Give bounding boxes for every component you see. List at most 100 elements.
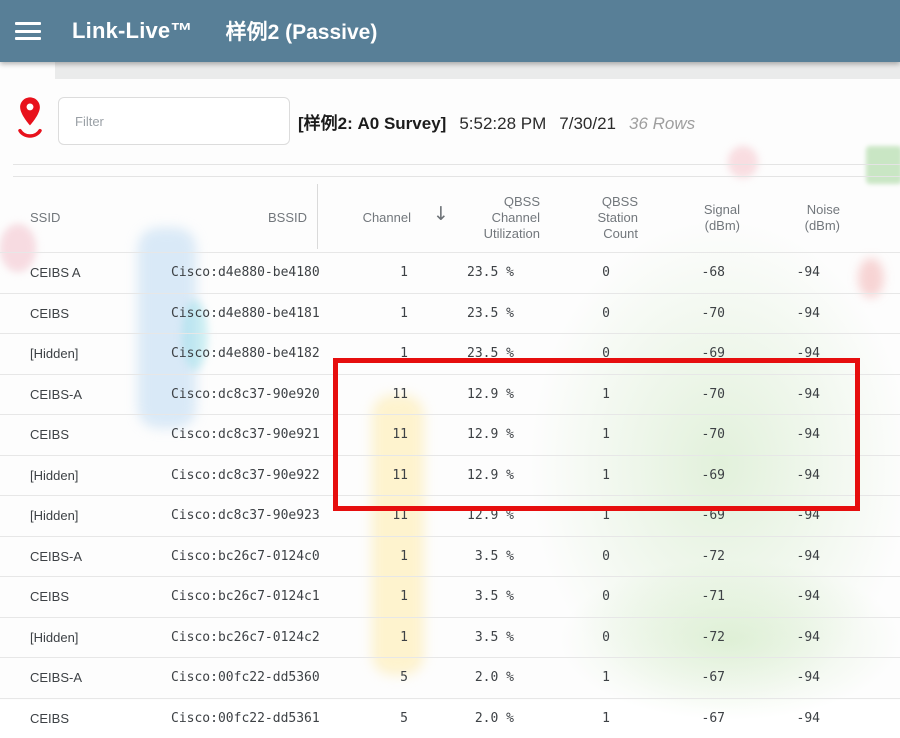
cell-ssid: CEIBS A — [0, 253, 170, 294]
cell-noise-dbm: -94 — [740, 293, 840, 334]
cell-ssid: CEIBS — [0, 293, 170, 334]
cell-noise-dbm: -94 — [740, 536, 840, 577]
cell-channel: 5 — [320, 698, 412, 738]
page-subtitle: 样例2 (Passive) — [226, 16, 378, 46]
cell-channel: 1 — [320, 253, 412, 294]
cell-noise-dbm: -94 — [740, 455, 840, 496]
cell-noise-dbm: -94 — [740, 577, 840, 618]
cell-qbss-station-count: 1 — [540, 658, 640, 699]
cell-bssid: Cisco:dc8c37-90e923 — [170, 496, 320, 537]
table-row[interactable]: CEIBS A Cisco:d4e880-be4180 1 23.5 % 0 -… — [0, 253, 900, 294]
cell-qbss-channel-utilization: 12.9 % — [412, 496, 540, 537]
table-row[interactable]: CEIBS Cisco:00fc22-dd5361 5 2.0 % 1 -67 … — [0, 698, 900, 738]
cell-spacer — [840, 617, 900, 658]
cell-qbss-channel-utilization: 3.5 % — [412, 577, 540, 618]
cell-channel: 1 — [320, 293, 412, 334]
divider — [13, 164, 900, 165]
table-row[interactable]: CEIBS Cisco:d4e880-be4181 1 23.5 % 0 -70… — [0, 293, 900, 334]
cell-ssid: CEIBS-A — [0, 536, 170, 577]
column-header-signal-dbm[interactable]: Signal (dBm) — [640, 184, 740, 253]
table-row[interactable]: [Hidden] Cisco:dc8c37-90e922 11 12.9 % 1… — [0, 455, 900, 496]
column-header-spacer — [840, 184, 900, 253]
cell-ssid: [Hidden] — [0, 334, 170, 375]
cell-qbss-channel-utilization: 23.5 % — [412, 253, 540, 294]
cell-spacer — [840, 415, 900, 456]
filter-input[interactable] — [58, 97, 290, 145]
table-row[interactable]: CEIBS-A Cisco:bc26c7-0124c0 1 3.5 % 0 -7… — [0, 536, 900, 577]
cell-ssid: CEIBS — [0, 698, 170, 738]
cell-signal-dbm: -72 — [640, 536, 740, 577]
cell-qbss-station-count: 1 — [540, 415, 640, 456]
cell-bssid: Cisco:bc26c7-0124c1 — [170, 577, 320, 618]
cell-qbss-channel-utilization: 2.0 % — [412, 698, 540, 738]
cell-qbss-station-count: 1 — [540, 374, 640, 415]
cell-ssid: [Hidden] — [0, 455, 170, 496]
cell-spacer — [840, 496, 900, 537]
cell-spacer — [840, 455, 900, 496]
table-row[interactable]: [Hidden] Cisco:dc8c37-90e923 11 12.9 % 1… — [0, 496, 900, 537]
cell-signal-dbm: -68 — [640, 253, 740, 294]
cell-qbss-station-count: 0 — [540, 334, 640, 375]
toolbar-strip — [55, 62, 900, 79]
cell-qbss-channel-utilization: 12.9 % — [412, 455, 540, 496]
cell-spacer — [840, 658, 900, 699]
column-header-bssid[interactable]: BSSID — [170, 184, 320, 253]
sort-descending-icon[interactable]: ↓ — [433, 203, 449, 225]
table-row[interactable]: CEIBS-A Cisco:dc8c37-90e920 11 12.9 % 1 … — [0, 374, 900, 415]
cell-ssid: CEIBS — [0, 577, 170, 618]
heatmap-pink-patch — [728, 146, 758, 178]
cell-qbss-channel-utilization: 3.5 % — [412, 617, 540, 658]
column-header-qbss-station-count[interactable]: QBSS Station Count — [540, 184, 640, 253]
cell-qbss-station-count: 0 — [540, 617, 640, 658]
cell-qbss-channel-utilization: 23.5 % — [412, 293, 540, 334]
bssid-table: SSID BSSID Channel QBSS Channel Utilizat… — [0, 184, 900, 738]
survey-info-bar: [样例2: A0 Survey] 5:52:28 PM 7/30/21 36 R… — [298, 109, 695, 134]
survey-time: 5:52:28 PM — [459, 114, 546, 134]
cell-ssid: CEIBS-A — [0, 658, 170, 699]
cell-spacer — [840, 293, 900, 334]
cell-qbss-station-count: 0 — [540, 577, 640, 618]
cell-channel: 1 — [320, 617, 412, 658]
cell-channel: 11 — [320, 496, 412, 537]
cell-bssid: Cisco:bc26c7-0124c0 — [170, 536, 320, 577]
cell-ssid: CEIBS — [0, 415, 170, 456]
cell-qbss-station-count: 0 — [540, 253, 640, 294]
column-header-ssid[interactable]: SSID — [0, 184, 170, 253]
cell-bssid: Cisco:00fc22-dd5360 — [170, 658, 320, 699]
cell-qbss-station-count: 0 — [540, 293, 640, 334]
row-count: 36 Rows — [629, 114, 695, 134]
cell-signal-dbm: -70 — [640, 374, 740, 415]
cell-qbss-channel-utilization: 12.9 % — [412, 374, 540, 415]
column-separator — [317, 184, 318, 249]
cell-ssid: [Hidden] — [0, 617, 170, 658]
cell-channel: 1 — [320, 334, 412, 375]
cell-channel: 11 — [320, 374, 412, 415]
cell-channel: 11 — [320, 415, 412, 456]
cell-bssid: Cisco:d4e880-be4180 — [170, 253, 320, 294]
cell-bssid: Cisco:dc8c37-90e921 — [170, 415, 320, 456]
table-row[interactable]: CEIBS-A Cisco:00fc22-dd5360 5 2.0 % 1 -6… — [0, 658, 900, 699]
menu-icon[interactable] — [15, 22, 41, 40]
cell-bssid: Cisco:00fc22-dd5361 — [170, 698, 320, 738]
cell-signal-dbm: -72 — [640, 617, 740, 658]
map-pin-icon[interactable] — [14, 95, 46, 141]
table-row[interactable]: [Hidden] Cisco:bc26c7-0124c2 1 3.5 % 0 -… — [0, 617, 900, 658]
cell-noise-dbm: -94 — [740, 415, 840, 456]
column-header-noise-dbm[interactable]: Noise (dBm) — [740, 184, 840, 253]
cell-channel: 1 — [320, 577, 412, 618]
survey-date: 7/30/21 — [559, 114, 616, 134]
table-row[interactable]: [Hidden] Cisco:d4e880-be4182 1 23.5 % 0 … — [0, 334, 900, 375]
table-row[interactable]: CEIBS Cisco:dc8c37-90e921 11 12.9 % 1 -7… — [0, 415, 900, 456]
cell-bssid: Cisco:d4e880-be4181 — [170, 293, 320, 334]
cell-channel: 5 — [320, 658, 412, 699]
cell-signal-dbm: -70 — [640, 293, 740, 334]
cell-signal-dbm: -69 — [640, 455, 740, 496]
cell-signal-dbm: -67 — [640, 658, 740, 699]
cell-qbss-channel-utilization: 3.5 % — [412, 536, 540, 577]
cell-qbss-station-count: 1 — [540, 698, 640, 738]
column-header-channel[interactable]: Channel — [320, 184, 412, 253]
cell-qbss-channel-utilization: 2.0 % — [412, 658, 540, 699]
table-row[interactable]: CEIBS Cisco:bc26c7-0124c1 1 3.5 % 0 -71 … — [0, 577, 900, 618]
column-header-qbss-channel-utilization[interactable]: QBSS Channel Utilization — [412, 184, 540, 253]
cell-signal-dbm: -67 — [640, 698, 740, 738]
